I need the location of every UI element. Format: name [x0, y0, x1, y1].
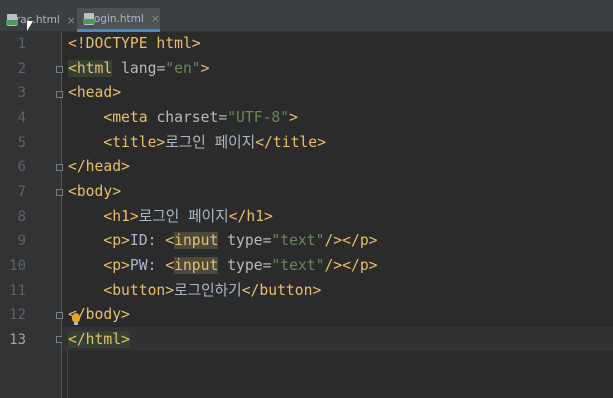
- line-number-current: 13: [9, 332, 26, 348]
- attribute-value: "en": [165, 60, 201, 77]
- mouse-pointer-icon: [27, 21, 33, 31]
- tag-open: <html: [68, 60, 113, 77]
- title-text: 로그인 페이지: [165, 134, 256, 151]
- attribute-value: "UTF-8": [227, 109, 290, 126]
- line-number: 1: [17, 36, 26, 52]
- h1-text: 로그인 페이지: [138, 208, 229, 225]
- line-number: 8: [17, 209, 26, 225]
- attribute-name: type: [227, 232, 263, 249]
- tab-frac-html[interactable]: Frac.html ×: [0, 8, 76, 32]
- p-open-tag: <p>: [103, 232, 130, 249]
- line-number: 9: [17, 233, 26, 249]
- h1-open-tag: <h1>: [103, 208, 139, 225]
- lightbulb-icon[interactable]: [72, 313, 80, 322]
- attribute-value: "text": [271, 257, 325, 274]
- button-open-tag: <button>: [103, 282, 175, 299]
- head-close-tag: </head>: [68, 158, 130, 175]
- input-tag: <input: [165, 232, 219, 249]
- h1-close-tag: </h1>: [228, 208, 273, 225]
- label-text: PW:: [129, 257, 166, 274]
- doctype-tag: <!DOCTYPE html>: [68, 35, 201, 52]
- tab-label: login.html: [90, 12, 144, 25]
- line-number: 12: [9, 307, 26, 323]
- code-line[interactable]: <p>PW: <input type="text"/></p>: [68, 254, 378, 279]
- code-line-current[interactable]: </html>: [68, 328, 130, 353]
- code-line[interactable]: <h1>로그인 페이지</h1>: [68, 205, 273, 230]
- attribute-name: type: [227, 257, 263, 274]
- code-line[interactable]: </head>: [68, 155, 130, 180]
- code-line[interactable]: <body>: [68, 180, 121, 205]
- line-number: 5: [17, 135, 26, 151]
- label-text: ID:: [129, 232, 166, 249]
- html-close-tag: </html>: [68, 331, 130, 348]
- p-open-tag: <p>: [103, 257, 130, 274]
- close-icon[interactable]: ×: [67, 14, 76, 27]
- button-text: 로그인하기: [174, 282, 242, 299]
- close-icon[interactable]: ×: [151, 12, 160, 25]
- code-line[interactable]: <p>ID: <input type="text"/></p>: [68, 229, 378, 254]
- tag-close-bracket: >: [289, 109, 298, 126]
- attribute-value: "text": [271, 232, 325, 249]
- title-open-tag: <title>: [103, 134, 166, 151]
- input-tag: <input: [165, 257, 219, 274]
- line-number: 10: [9, 258, 26, 274]
- attribute-name: lang: [121, 60, 157, 77]
- code-line[interactable]: <meta charset="UTF-8">: [68, 106, 298, 131]
- p-close-tag: </p>: [342, 232, 378, 249]
- lightbulb-base: [74, 322, 78, 325]
- code-line[interactable]: <!DOCTYPE html>: [68, 32, 201, 57]
- editor-tab-bar: Frac.html × login.html ×: [0, 0, 613, 32]
- line-number: 6: [17, 159, 26, 175]
- fold-marker-icon[interactable]: [56, 91, 63, 98]
- line-number: 2: [17, 61, 26, 77]
- tab-label: Frac.html: [10, 14, 60, 26]
- fold-marker-icon[interactable]: [56, 66, 63, 73]
- html-file-icon: [6, 14, 18, 26]
- self-close: />: [324, 232, 343, 249]
- body-open-tag: <body>: [68, 183, 122, 200]
- line-number: 3: [17, 85, 26, 101]
- tag-close-bracket: >: [200, 60, 210, 77]
- line-number: 11: [9, 283, 26, 299]
- head-open-tag: <head>: [68, 84, 122, 101]
- line-number: 7: [17, 184, 26, 200]
- code-line[interactable]: <html lang="en">: [68, 57, 210, 82]
- attribute-name: charset: [156, 109, 219, 126]
- title-close-tag: </title>: [255, 134, 326, 151]
- meta-tag: <meta: [103, 109, 148, 126]
- tab-login-html[interactable]: login.html ×: [77, 8, 160, 32]
- code-line[interactable]: <title>로그인 페이지</title>: [68, 131, 326, 156]
- fold-marker-icon[interactable]: [56, 164, 63, 171]
- fold-marker-icon[interactable]: [56, 189, 63, 196]
- line-number: 4: [17, 110, 26, 126]
- code-line[interactable]: <head>: [68, 81, 121, 106]
- indent-guide: [67, 348, 68, 398]
- p-close-tag: </p>: [342, 257, 378, 274]
- current-line-highlight: [62, 327, 613, 351]
- code-line[interactable]: <button>로그인하기</button>: [68, 279, 321, 304]
- self-close: />: [324, 257, 343, 274]
- html-file-icon: [83, 12, 95, 25]
- button-close-tag: </button>: [241, 282, 322, 299]
- fold-marker-icon[interactable]: [56, 312, 63, 319]
